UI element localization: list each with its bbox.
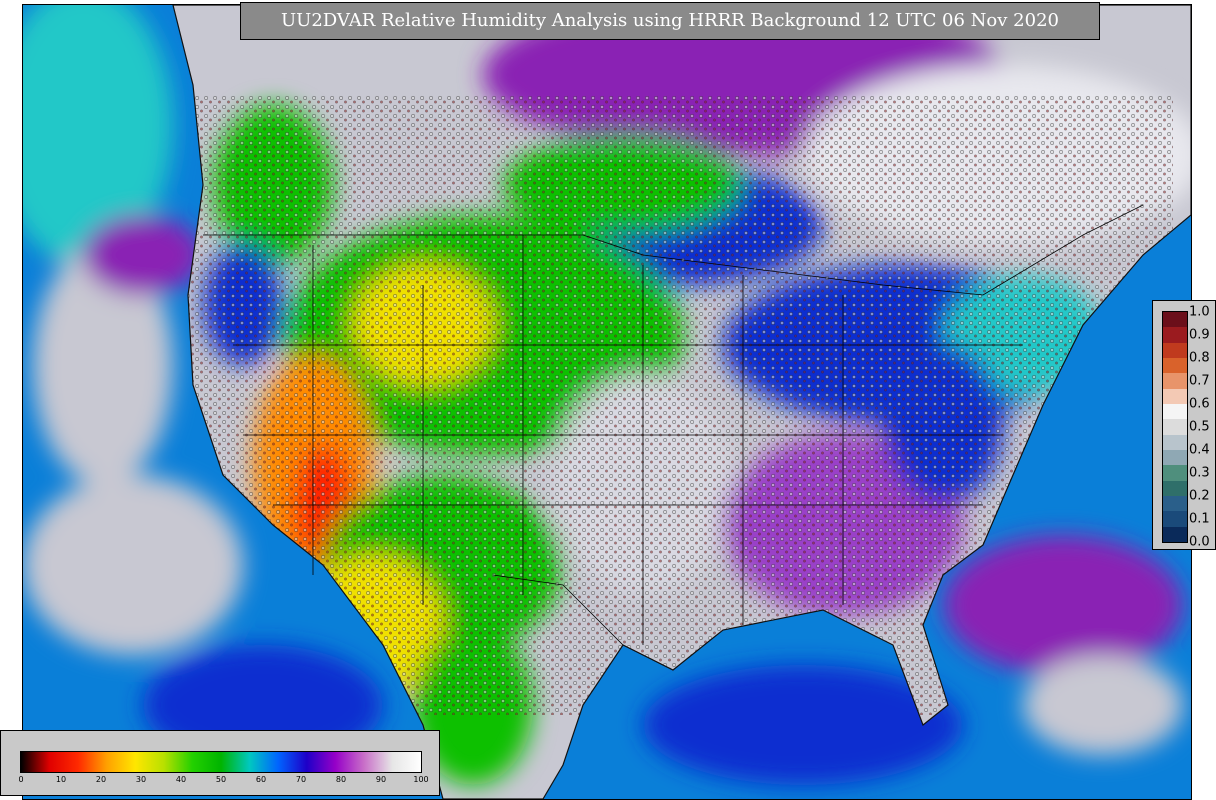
station-tick-label: 0.3 bbox=[1189, 465, 1210, 481]
map-title: UU2DVAR Relative Humidity Analysis using… bbox=[240, 2, 1100, 40]
station-tick-label: 0.4 bbox=[1189, 442, 1210, 458]
station-colorbar-swatch bbox=[1163, 434, 1187, 450]
station-colorbar-swatch bbox=[1163, 312, 1187, 328]
rh-tick-label: 50 bbox=[215, 775, 227, 784]
station-colorbar-swatch bbox=[1163, 511, 1187, 527]
station-colorbar-swatch bbox=[1163, 403, 1187, 420]
station-tick-label: 0.5 bbox=[1189, 419, 1210, 435]
station-tick-label: 0.1 bbox=[1189, 511, 1210, 527]
station-tick-label: 0.9 bbox=[1189, 327, 1210, 343]
station-colorbar-swatch bbox=[1163, 373, 1187, 389]
rh-tick-label: 90 bbox=[375, 775, 387, 784]
station-colorbar: 1.0 0.9 0.8 0.7 0.6 0.5 0.4 0.3 0.2 0.1 … bbox=[1152, 300, 1216, 550]
station-colorbar-swatch bbox=[1163, 465, 1187, 481]
station-tick-label: 1.0 bbox=[1189, 304, 1210, 320]
station-colorbar-swatches bbox=[1162, 311, 1188, 543]
station-tick-label: 0.7 bbox=[1189, 373, 1210, 389]
rh-tick-label: 80 bbox=[335, 775, 347, 784]
relative-humidity-colorbar: 0 10 20 30 40 50 60 70 80 90 100 bbox=[0, 730, 440, 796]
station-tick-label: 0.2 bbox=[1189, 488, 1210, 504]
humidity-map bbox=[22, 4, 1192, 800]
rh-tick-label: 40 bbox=[175, 775, 187, 784]
station-colorbar-swatch bbox=[1163, 327, 1187, 343]
rh-tick-label: 0 bbox=[18, 775, 24, 784]
rh-tick-label: 100 bbox=[413, 775, 429, 784]
rh-tick-label: 30 bbox=[135, 775, 147, 784]
rh-tick-label: 10 bbox=[55, 775, 67, 784]
station-colorbar-swatch bbox=[1163, 388, 1187, 404]
station-colorbar-swatch bbox=[1163, 495, 1187, 512]
humidity-map-canvas bbox=[23, 5, 1191, 799]
rh-tick-label: 70 bbox=[295, 775, 307, 784]
station-colorbar-swatch bbox=[1163, 342, 1187, 358]
rh-tick-label: 60 bbox=[255, 775, 267, 784]
station-colorbar-swatch bbox=[1163, 357, 1187, 374]
relative-humidity-colorbar-gradient bbox=[20, 751, 422, 773]
station-colorbar-swatch bbox=[1163, 480, 1187, 496]
station-tick-label: 0.6 bbox=[1189, 396, 1210, 412]
station-colorbar-swatch bbox=[1163, 449, 1187, 466]
station-colorbar-swatch bbox=[1163, 419, 1187, 435]
station-tick-label: 0.8 bbox=[1189, 350, 1210, 366]
station-tick-label: 0.0 bbox=[1189, 534, 1210, 550]
station-colorbar-swatch bbox=[1163, 526, 1187, 542]
rh-tick-label: 20 bbox=[95, 775, 107, 784]
